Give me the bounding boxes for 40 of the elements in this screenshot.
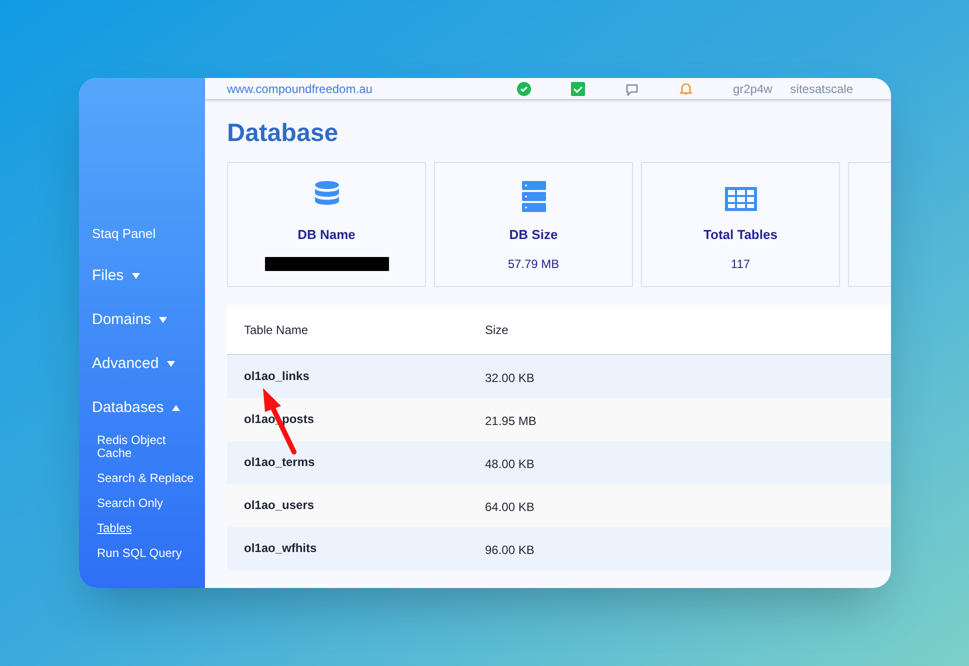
sidebar-menu[interactable]: Databases [79, 394, 205, 422]
bell-icon[interactable] [678, 82, 693, 96]
sidebar-subitem[interactable]: Tables [79, 522, 205, 535]
sidebar-menu[interactable]: Domains [79, 306, 205, 334]
checkbox-icon[interactable] [570, 82, 585, 96]
username: gr2p4w [732, 80, 772, 98]
grid-table-icon [724, 185, 756, 213]
sidebar-link[interactable]: Staq Panel [79, 224, 205, 246]
stat-value: 57.79 MB [508, 256, 560, 272]
check-circle-icon[interactable] [516, 82, 531, 96]
table-cell: 32.00 KB [485, 371, 534, 385]
account-name: sitesatscale [790, 80, 853, 98]
chat-icon[interactable] [624, 82, 639, 96]
table-cell: 96.00 KB [485, 543, 534, 557]
table-cell: 64.00 KB [485, 500, 534, 514]
sidebar-subitem[interactable]: Redis Object Cache [79, 434, 205, 460]
table-cell: ol1ao_wfhits [244, 541, 317, 555]
table-cell: ol1ao_terms [244, 455, 315, 469]
stat-label: DB Size [509, 226, 558, 244]
table-cell: ol1ao_users [244, 498, 314, 512]
sidebar-subitem[interactable]: Run SQL Query [79, 547, 205, 560]
table-cell: ol1ao_links [244, 369, 310, 383]
sidebar-menu[interactable]: Files [79, 262, 205, 290]
sidebar-subitem[interactable]: Search Only [79, 497, 205, 510]
table-cell: 21.95 MB [485, 414, 536, 428]
server-stack-icon [520, 181, 546, 213]
table-row[interactable]: ol1ao_terms 48.00 KB [227, 441, 891, 484]
site-link[interactable]: www.compoundfreedom.au [227, 80, 372, 98]
sidebar-menu[interactable]: Advanced [79, 350, 205, 378]
table-row[interactable]: ol1ao_users 64.00 KB [227, 484, 891, 527]
page-title: Database [226, 118, 340, 149]
table-row[interactable]: ol1ao_links 32.00 KB [227, 355, 891, 398]
stat-value: 117 [730, 256, 750, 272]
sidebar-subitem[interactable]: Search & Replace [79, 472, 205, 485]
stat-label: DB Name [298, 226, 356, 244]
column-header[interactable]: Table Name [227, 320, 468, 338]
stat-label: Total Tables [704, 226, 778, 244]
table-cell: 48.00 KB [485, 457, 534, 471]
column-header[interactable]: Size [468, 320, 508, 338]
table-row[interactable]: ol1ao_wfhits 96.00 KB [227, 527, 891, 570]
